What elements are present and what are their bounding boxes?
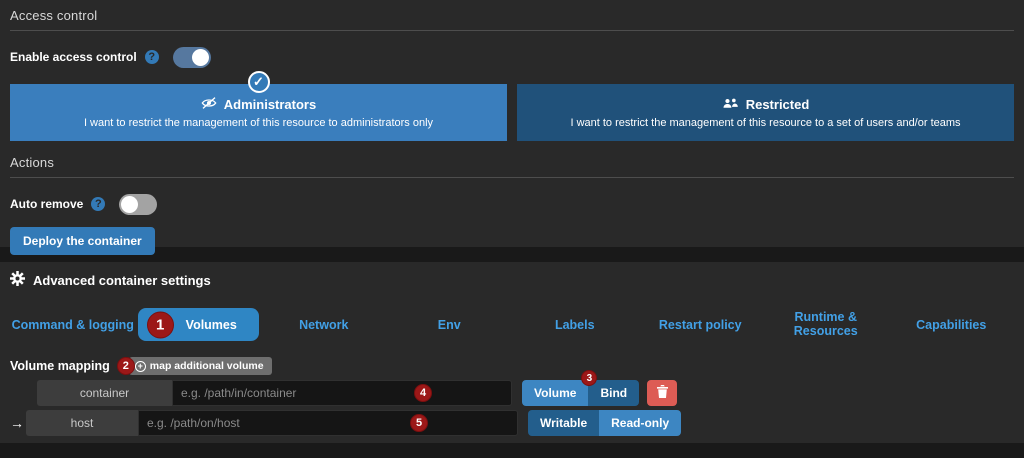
volume-host-row: → host 5 Writable Read-only	[10, 410, 1014, 436]
bind-type-button[interactable]: 3 Bind	[588, 380, 639, 406]
settings-tabs: Command & logging 1 Volumes Network Env …	[10, 308, 1014, 341]
plus-icon: +	[135, 361, 146, 372]
eye-slash-icon	[201, 96, 217, 113]
host-field-label: host	[26, 410, 138, 436]
volume-type-button[interactable]: Volume	[522, 380, 588, 406]
ownership-option-description: I want to restrict the management of thi…	[84, 117, 433, 129]
annotation-badge-4: 4	[414, 384, 432, 402]
host-input-wrap: 5	[138, 410, 518, 436]
trash-icon	[657, 385, 668, 401]
ownership-option-title: Restricted	[722, 97, 810, 113]
users-icon	[722, 97, 739, 113]
auto-remove-toggle[interactable]	[119, 194, 157, 215]
advanced-settings-title: Advanced container settings	[33, 273, 211, 288]
container-input-wrap: 4	[172, 380, 512, 406]
toggle-knob	[192, 49, 209, 66]
actions-section-title: Actions	[10, 155, 1014, 178]
arrow-right-icon: →	[10, 410, 22, 436]
gear-icon	[10, 271, 25, 289]
writable-button[interactable]: Writable	[528, 410, 599, 436]
toggle-knob	[121, 196, 138, 213]
tab-volumes[interactable]: 1 Volumes	[138, 308, 259, 341]
annotation-badge-3: 3	[581, 370, 597, 386]
advanced-settings-header: Advanced container settings	[10, 272, 1014, 288]
tab-capabilities[interactable]: Capabilities	[916, 318, 986, 332]
volume-mapping-title: Volume mapping	[10, 359, 110, 373]
tab-runtime-resources[interactable]: Runtime & Resources	[763, 310, 889, 338]
auto-remove-row: Auto remove ?	[10, 193, 1014, 215]
ownership-option-description: I want to restrict the management of thi…	[570, 117, 960, 129]
tab-env[interactable]: Env	[438, 318, 461, 332]
tab-network[interactable]: Network	[299, 318, 348, 332]
auto-remove-label: Auto remove	[10, 197, 83, 211]
read-only-button[interactable]: Read-only	[599, 410, 681, 436]
annotation-badge-2: 2	[117, 357, 135, 375]
map-additional-volume-label: map additional volume	[150, 360, 264, 372]
annotation-badge-5: 5	[410, 414, 428, 432]
ownership-boxselector: ✓ Administrators I want to restrict the …	[10, 84, 1014, 141]
tab-command-logging[interactable]: Command & logging	[12, 318, 134, 332]
enable-access-control-toggle[interactable]	[173, 47, 211, 68]
annotation-badge-1: 1	[147, 311, 174, 338]
tab-volumes-label: Volumes	[186, 318, 237, 332]
help-icon[interactable]: ?	[145, 50, 159, 64]
ownership-option-administrators[interactable]: ✓ Administrators I want to restrict the …	[10, 84, 507, 141]
container-form-panel: Access control Enable access control ? ✓…	[0, 0, 1024, 247]
access-control-section-title: Access control	[10, 8, 1014, 31]
container-path-input[interactable]	[172, 380, 512, 406]
tab-restart-policy[interactable]: Restart policy	[659, 318, 742, 332]
enable-access-control-row: Enable access control ?	[10, 46, 1014, 68]
selected-check-icon: ✓	[248, 71, 270, 93]
volume-type-button-group: Volume 3 Bind	[522, 380, 639, 406]
tab-labels[interactable]: Labels	[555, 318, 595, 332]
help-icon[interactable]: ?	[91, 197, 105, 211]
ownership-option-title: Administrators	[201, 96, 316, 113]
map-additional-volume-button[interactable]: + map additional volume	[129, 357, 272, 375]
ownership-option-restricted[interactable]: Restricted I want to restrict the manage…	[517, 84, 1014, 141]
container-field-label: container	[37, 380, 172, 406]
access-mode-button-group: Writable Read-only	[528, 410, 681, 436]
bind-type-label: Bind	[600, 386, 627, 400]
enable-access-control-label: Enable access control	[10, 50, 137, 64]
volume-mapping-header: Volume mapping 2 + map additional volume	[10, 357, 1014, 375]
host-path-input[interactable]	[138, 410, 518, 436]
deploy-container-button[interactable]: Deploy the container	[10, 227, 155, 255]
advanced-settings-panel: Advanced container settings Command & lo…	[0, 262, 1024, 443]
remove-volume-mapping-button[interactable]	[647, 380, 677, 406]
volume-container-row: container 4 Volume 3 Bind	[37, 380, 1014, 406]
